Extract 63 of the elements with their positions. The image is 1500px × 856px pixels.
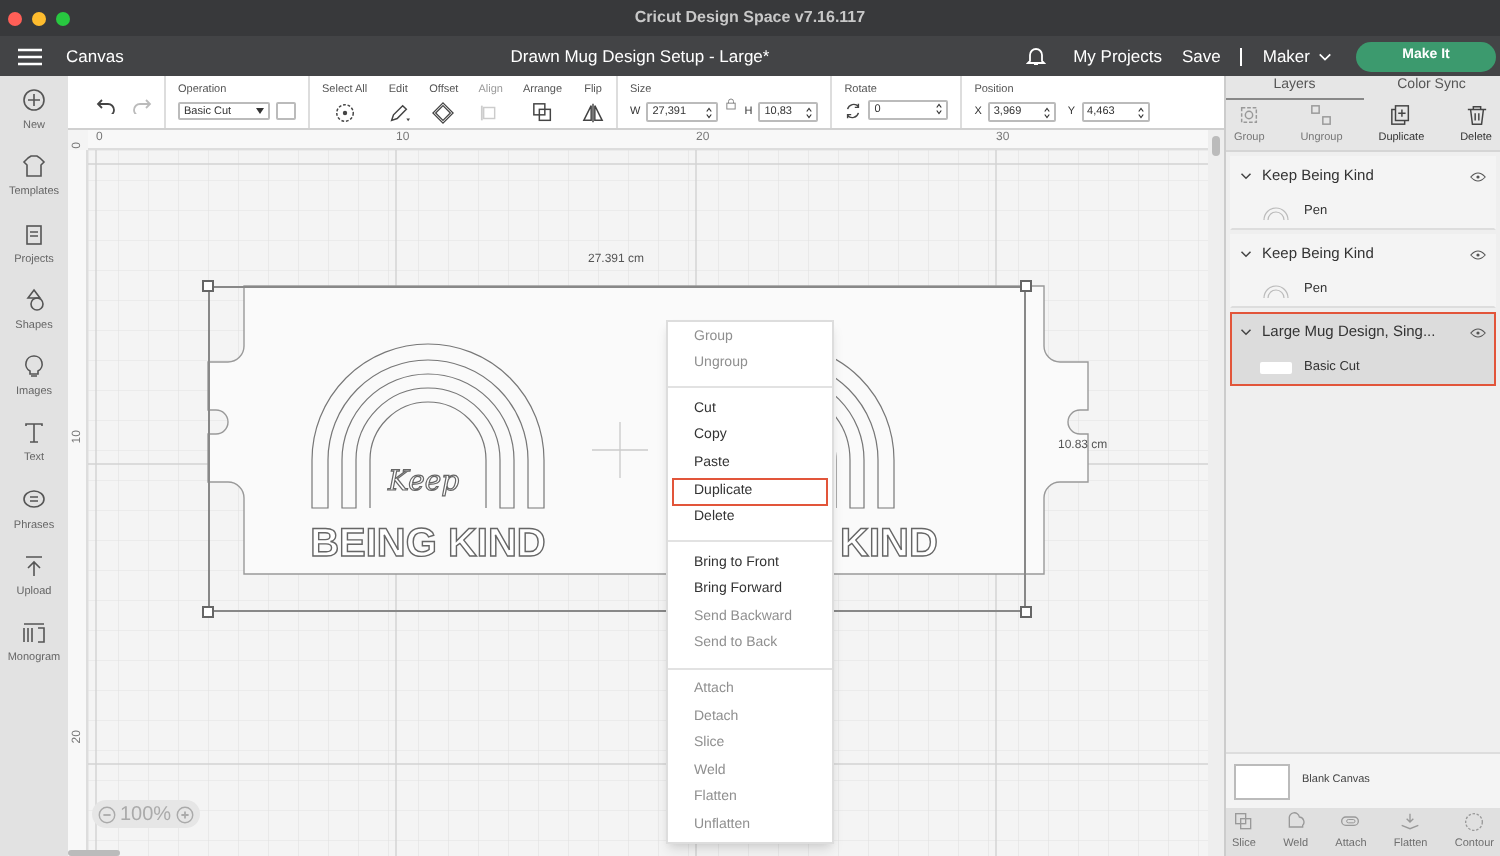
lock-icon[interactable] — [726, 98, 737, 111]
color-swatch[interactable] — [276, 102, 296, 121]
contour-icon — [1464, 811, 1485, 832]
resize-handle[interactable] — [1020, 280, 1032, 292]
zoom-level: 100% — [120, 801, 172, 829]
window-title: Cricut Design Space v7.16.117 — [632, 6, 868, 30]
section-title: Canvas — [66, 43, 124, 69]
delete-icon — [1465, 103, 1488, 126]
arrange-icon — [531, 102, 554, 125]
selectall-icon — [333, 102, 356, 125]
phrases-icon — [22, 487, 46, 511]
caret-icon — [256, 108, 264, 115]
ungroup-icon — [1310, 103, 1333, 126]
design-title-text: BEING KIND — [308, 524, 548, 564]
resize-handle[interactable] — [202, 280, 214, 292]
chevron-down-icon[interactable] — [1240, 328, 1252, 336]
undo-icon[interactable] — [96, 97, 116, 113]
chevron-down-icon[interactable] — [1240, 250, 1252, 258]
attach-icon — [1340, 811, 1361, 832]
close-window-icon[interactable] — [8, 11, 22, 25]
shapes-icon — [22, 287, 46, 312]
blank-canvas-swatch[interactable] — [1234, 763, 1290, 799]
menu-icon[interactable] — [18, 47, 42, 65]
group-icon — [1238, 103, 1261, 126]
weld-icon — [1285, 811, 1306, 832]
bell-icon[interactable] — [1025, 46, 1046, 66]
machine-dropdown[interactable]: Maker — [1262, 43, 1332, 69]
stepper-icon — [706, 105, 713, 120]
stepper-icon — [1043, 105, 1050, 120]
chevron-down-icon[interactable] — [1240, 172, 1252, 180]
edit-icon — [387, 102, 410, 125]
images-icon — [21, 354, 46, 378]
projects-icon — [22, 221, 46, 245]
text-icon — [22, 420, 46, 445]
design-script-text: Keep — [388, 468, 460, 496]
resize-handle[interactable] — [202, 606, 214, 618]
scrollbar-thumb[interactable] — [68, 850, 120, 856]
slice-icon — [1233, 811, 1254, 832]
templates-icon — [21, 154, 46, 179]
flatten-icon — [1400, 811, 1421, 832]
zoom-window-icon[interactable] — [56, 11, 70, 25]
header-link[interactable]: Save — [1182, 43, 1221, 69]
eye-icon[interactable] — [1470, 327, 1486, 337]
scrollbar-thumb[interactable] — [1212, 136, 1220, 156]
offset-icon — [432, 102, 455, 125]
rotate-icon[interactable] — [844, 102, 863, 121]
upload-icon — [22, 553, 46, 578]
crosshair-icon — [592, 422, 648, 478]
eye-icon[interactable] — [1470, 171, 1486, 181]
project-title: Drawn Mug Design Setup - Large* — [508, 43, 772, 69]
color-swatch — [1260, 361, 1292, 373]
design-title-text: KIND — [840, 524, 938, 564]
flip-icon — [582, 102, 605, 125]
chevron-down-icon — [1318, 51, 1332, 61]
stepper-icon — [1137, 105, 1144, 120]
resize-handle[interactable] — [1020, 606, 1032, 618]
new-icon — [22, 88, 46, 112]
stepper-icon — [936, 102, 943, 117]
eye-icon[interactable] — [1470, 249, 1486, 259]
monogram-icon — [21, 620, 46, 644]
header-link[interactable]: My Projects — [1073, 43, 1162, 69]
stepper-icon — [806, 105, 813, 120]
minimize-window-icon[interactable] — [32, 11, 46, 25]
